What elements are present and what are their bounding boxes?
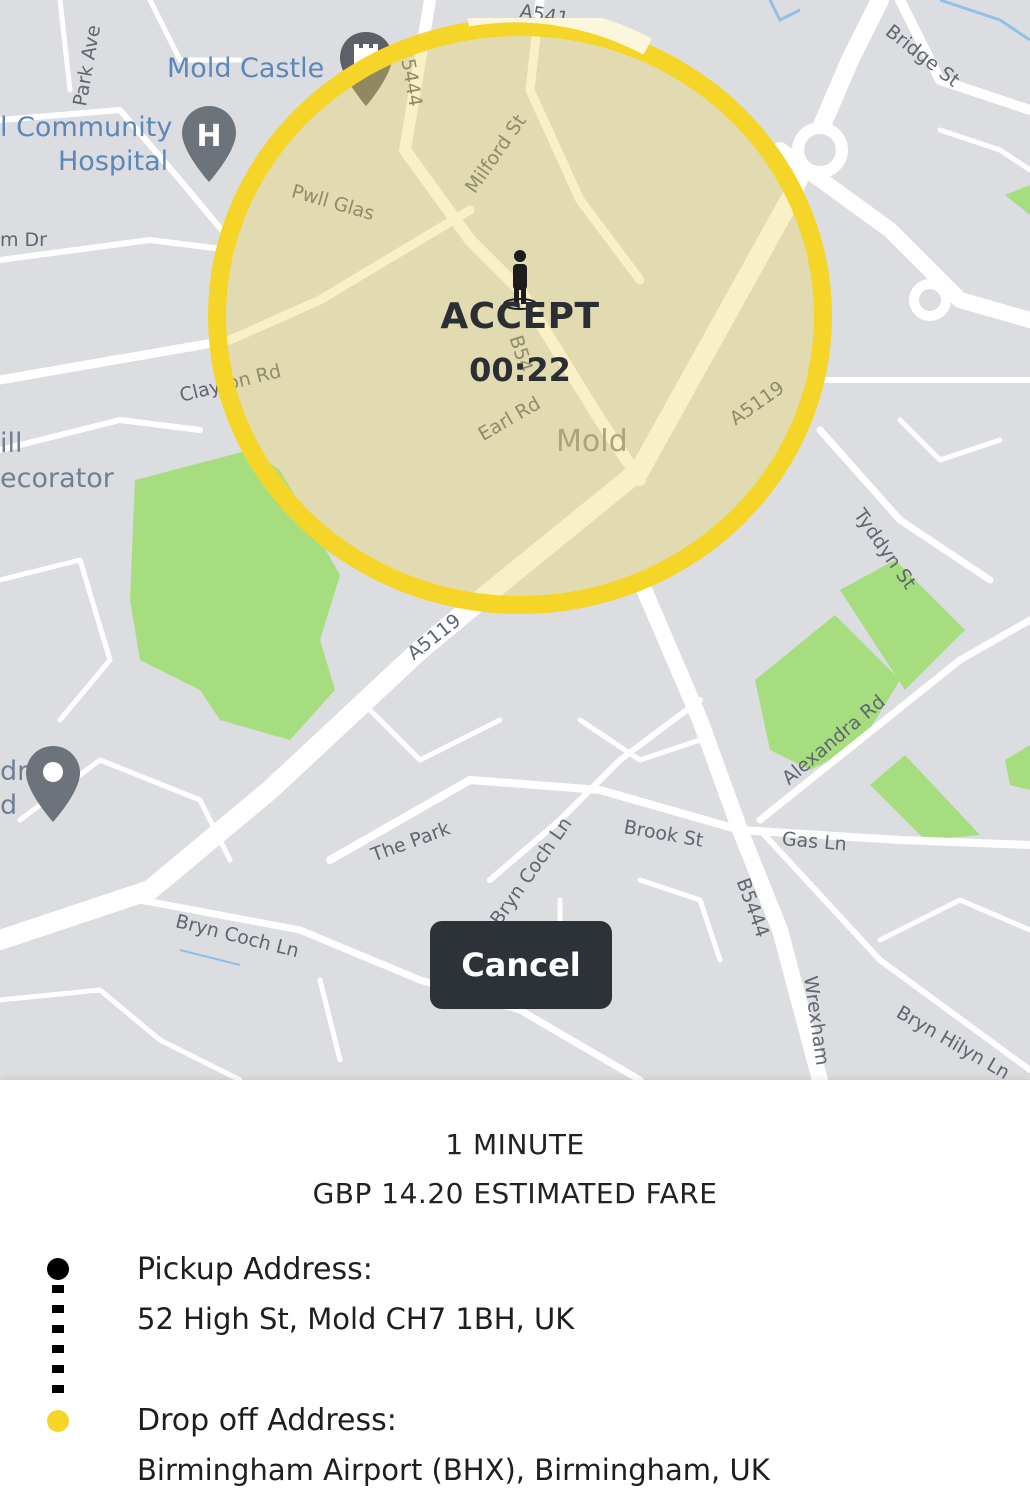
- accept-label[interactable]: ACCEPT: [208, 296, 832, 337]
- map-view[interactable]: Park Ave Mold Castle l Community Hospita…: [0, 0, 1030, 1080]
- estimated-fare-text: GBP 14.20 ESTIMATED FARE: [312, 1177, 718, 1210]
- location-pin-icon[interactable]: [24, 744, 82, 824]
- dropoff-address-value: Birmingham Airport (BHX), Birmingham, UK: [137, 1453, 770, 1487]
- trip-details-panel: 1 MINUTE GBP 14.20 ESTIMATED FARE Pickup…: [0, 1080, 1030, 1506]
- pickup-address-title: Pickup Address:: [137, 1252, 373, 1287]
- route-connector-icon: [52, 1285, 64, 1393]
- accept-ring[interactable]: ACCEPT 00:22: [208, 18, 832, 614]
- map-label-m-dr: m Dr: [0, 229, 47, 251]
- map-label-ecorator: ecorator: [0, 463, 114, 494]
- eta-text: 1 MINUTE: [445, 1128, 585, 1161]
- map-label-ill: ill: [0, 428, 23, 459]
- map-label-hospital: Hospital: [58, 146, 169, 177]
- pickup-dot-icon: [47, 1258, 69, 1280]
- dropoff-dot-icon: [47, 1410, 69, 1432]
- map-label-d: d: [0, 790, 18, 821]
- accept-timer: 00:22: [469, 351, 571, 389]
- pickup-address-value: 52 High St, Mold CH7 1BH, UK: [137, 1302, 575, 1336]
- cancel-button[interactable]: Cancel: [430, 921, 612, 1009]
- map-label-community: l Community: [0, 112, 173, 143]
- dropoff-address-title: Drop off Address:: [137, 1403, 397, 1438]
